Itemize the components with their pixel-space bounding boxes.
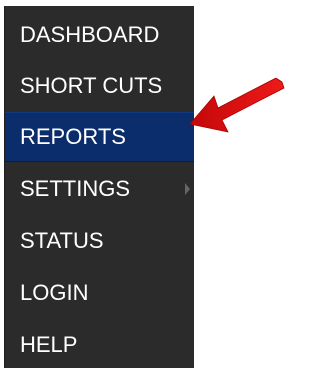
menu-item-short-cuts[interactable]: SHORT CUTS	[5, 61, 194, 111]
menu-item-label: STATUS	[20, 228, 104, 253]
menu-item-label: SHORT CUTS	[20, 73, 163, 98]
menu-item-settings[interactable]: SETTINGS	[5, 164, 194, 214]
chevron-right-icon	[185, 183, 190, 195]
side-menu: DASHBOARD SHORT CUTS REPORTS SETTINGS ST…	[4, 6, 194, 368]
menu-item-label: HELP	[20, 332, 78, 357]
red-pointer-arrow-icon	[189, 78, 285, 133]
menu-item-login[interactable]: LOGIN	[5, 268, 194, 318]
menu-item-reports[interactable]: REPORTS	[5, 112, 194, 162]
menu-item-label: SETTINGS	[20, 176, 131, 201]
page: DASHBOARD SHORT CUTS REPORTS SETTINGS ST…	[0, 0, 286, 368]
menu-item-status[interactable]: STATUS	[5, 216, 194, 266]
menu-item-help[interactable]: HELP	[5, 320, 194, 368]
menu-item-dashboard[interactable]: DASHBOARD	[5, 10, 194, 60]
menu-item-label: LOGIN	[20, 280, 89, 305]
menu-item-label: REPORTS	[20, 124, 126, 149]
menu-item-label: DASHBOARD	[20, 22, 160, 47]
